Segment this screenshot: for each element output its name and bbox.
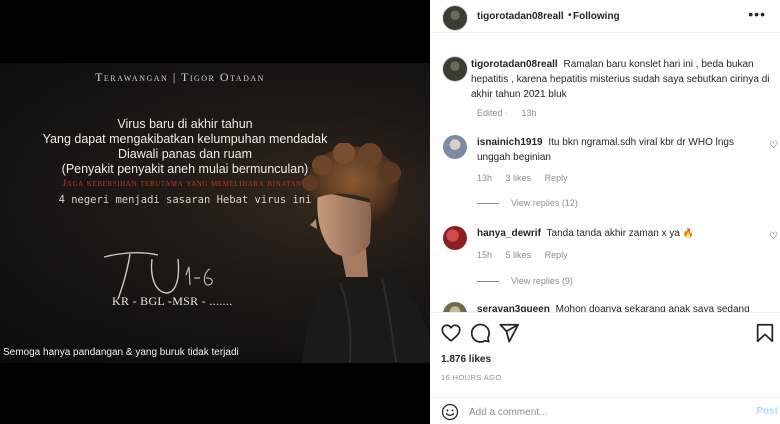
view-replies-button[interactable]: View replies (9): [477, 276, 573, 286]
author-avatar[interactable]: [443, 6, 467, 30]
meta-separator: ·: [502, 108, 511, 118]
likes-count[interactable]: 1.876 likes: [441, 354, 491, 365]
caption-time[interactable]: 13h: [522, 108, 537, 118]
comment-username[interactable]: hanya_dewrif: [477, 228, 541, 239]
caption-username[interactable]: tigorotadan08reall: [471, 59, 558, 70]
view-replies-button[interactable]: View replies (12): [477, 198, 578, 208]
fire-emoji: 🔥: [682, 228, 694, 238]
separator-dot: •: [568, 10, 572, 21]
post-actions-bar: 1.876 likes 16 HOURS AGO Post: [430, 312, 780, 424]
post-details-panel: tigorotadan08reall • Following ••• tigor…: [430, 0, 780, 424]
comment-username[interactable]: seravan3queen: [477, 304, 550, 312]
comments-list[interactable]: tigorotadan08reall Ramalan baru konslet …: [430, 44, 780, 312]
comment-text: Mohon doanya sekarang anak saya sedang: [555, 304, 750, 312]
caption-meta: Edited · 13h: [477, 108, 548, 118]
bookmark-icon[interactable]: [754, 322, 776, 344]
caption-text-block: tigorotadan08reall Ramalan baru konslet …: [471, 57, 771, 102]
comment-likes[interactable]: 5 likes: [506, 250, 532, 260]
comment-meta: 13h 3 likes Reply: [477, 173, 579, 183]
commenter-avatar[interactable]: [443, 302, 467, 312]
edited-label: Edited: [477, 108, 503, 118]
heart-icon[interactable]: [440, 322, 462, 344]
comment-reply-button[interactable]: Reply: [545, 173, 568, 183]
comment-reply-button[interactable]: Reply: [545, 250, 568, 260]
comment-username[interactable]: isnainich1919: [477, 137, 543, 148]
following-button[interactable]: Following: [573, 11, 620, 22]
commenter-avatar[interactable]: [443, 226, 467, 250]
replies-line: [477, 203, 499, 205]
send-icon[interactable]: [498, 322, 520, 344]
post-image[interactable]: Terawangan | Tigor Otadan Virus baru di …: [0, 63, 430, 363]
comment-time[interactable]: 13h: [477, 173, 492, 183]
view-replies-label: View replies (9): [511, 276, 573, 286]
view-replies-label: View replies (12): [511, 198, 578, 208]
image-text-line-1: Virus baru di akhir tahun: [117, 117, 253, 131]
more-horizontal-icon[interactable]: •••: [748, 7, 766, 21]
comment-likes[interactable]: 3 likes: [506, 173, 532, 183]
comment-like-heart-icon[interactable]: ♡: [769, 140, 778, 151]
comment-text-block: hanya_dewrif Tanda tanda akhir zaman x y…: [477, 226, 767, 241]
comment-icon[interactable]: [469, 322, 491, 344]
comment-text-block: isnainich1919 Itu bkn ngramal.sdh viral …: [477, 135, 767, 165]
image-footer-text: Semoga hanya pandangan & yang buruk tida…: [3, 347, 239, 358]
image-country-codes: KR - BGL -MSR - .......: [112, 294, 233, 308]
person-portrait: [302, 143, 430, 363]
post-timestamp[interactable]: 16 HOURS AGO: [441, 373, 502, 382]
image-title: Terawangan | Tigor Otadan: [95, 70, 265, 84]
post-header: tigorotadan08reall • Following •••: [430, 0, 780, 33]
post-comment-button[interactable]: Post: [756, 406, 778, 417]
author-avatar[interactable]: [443, 57, 467, 81]
comment-time[interactable]: 15h: [477, 250, 492, 260]
comment-text-block: seravan3queen Mohon doanya sekarang anak…: [477, 302, 767, 312]
replies-line: [477, 281, 499, 283]
author-username[interactable]: tigorotadan08reall: [477, 11, 564, 22]
comment-text: Tanda tanda akhir zaman x ya: [546, 228, 680, 239]
comment-meta: 15h 5 likes Reply: [477, 250, 579, 260]
commenter-avatar[interactable]: [443, 135, 467, 159]
add-comment-bar: Post: [430, 397, 780, 424]
comment-like-heart-icon[interactable]: ♡: [769, 231, 778, 242]
post-media-panel: Terawangan | Tigor Otadan Virus baru di …: [0, 0, 430, 424]
add-comment-input[interactable]: [469, 404, 749, 420]
smiley-icon[interactable]: [441, 403, 459, 421]
